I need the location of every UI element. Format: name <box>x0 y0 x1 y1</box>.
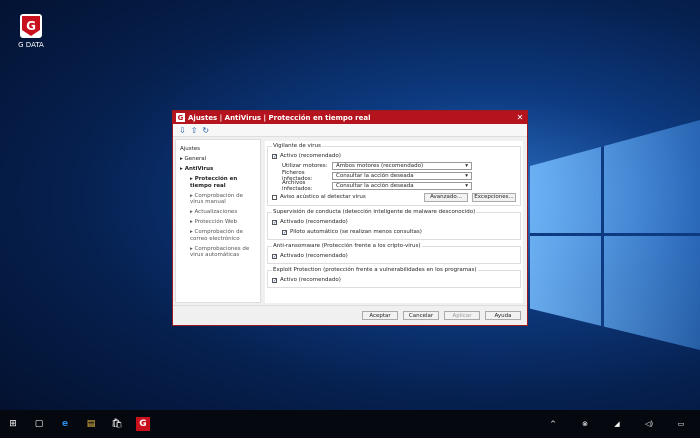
ransomware-checkbox[interactable]: ✓ Activado (recomendado) <box>272 251 516 261</box>
active-checkbox[interactable]: ✓ Activo (recomendado) <box>272 151 516 161</box>
nav-item-email[interactable]: ▸ Comprobación de correo electrónico <box>180 229 256 242</box>
wifi-icon[interactable]: ◢ <box>604 420 630 428</box>
exploit-checkbox[interactable]: ✓ Activo (recomendado) <box>272 275 516 285</box>
start-icon[interactable]: ⊞ <box>0 419 26 429</box>
infected-archives-select[interactable]: Consultar la acción deseada ▾ <box>332 182 472 190</box>
infected-files-select[interactable]: Consultar la acción deseada ▾ <box>332 172 472 180</box>
sound-checkbox[interactable] <box>272 194 277 200</box>
nav-item-web[interactable]: ▸ Protección Web <box>180 219 256 226</box>
system-tray: ^ ⊗ ◢ ◁) ▭ <box>540 420 700 428</box>
exceptions-button[interactable]: Excepciones... <box>472 192 516 202</box>
notifications-icon[interactable]: ▭ <box>668 420 694 428</box>
gdata-logo-icon: G <box>20 14 42 38</box>
settings-nav: Ajustes ▸ General ▸ AntiVirus ▸ Protecci… <box>175 139 261 303</box>
dropdown-arrow-icon: ▾ <box>465 173 468 179</box>
apply-button[interactable]: Aplicar <box>444 311 480 320</box>
ransomware-group: Anti-ransomware (Protección frente a los… <box>267 243 521 264</box>
volume-icon[interactable]: ◁) <box>636 420 662 428</box>
chevron-up-icon[interactable]: ^ <box>540 420 566 428</box>
import-icon[interactable]: ⇩ <box>179 126 186 135</box>
close-button[interactable]: ✕ <box>513 113 527 122</box>
behavior-group: Supervisión de conducta (detección intel… <box>267 209 521 240</box>
advanced-button[interactable]: Avanzado... <box>424 192 468 202</box>
settings-panel: Vigilante de virus ✓ Activo (recomendado)… <box>265 141 523 303</box>
ok-button[interactable]: Aceptar <box>362 311 398 320</box>
dropdown-arrow-icon: ▾ <box>465 183 468 189</box>
gdata-taskbar-icon[interactable]: G <box>136 417 150 431</box>
reset-icon[interactable]: ↻ <box>202 126 209 135</box>
desktop-icon-gdata[interactable]: GG DATA <box>14 14 48 49</box>
nav-header: Ajustes <box>180 146 201 152</box>
store-icon[interactable]: 🛍 <box>104 419 130 429</box>
nav-item-realtime[interactable]: ▸ Protección en tiempo real <box>180 176 256 189</box>
nav-item-auto-scan[interactable]: ▸ Comprobaciones de virus automáticas <box>180 246 256 259</box>
title-bar: G Ajustes | AntiVirus | Protección en tie… <box>173 111 527 124</box>
nav-item-updates[interactable]: ▸ Actualizaciones <box>180 209 256 216</box>
nav-item-general[interactable]: ▸ General <box>180 156 256 163</box>
nav-item-antivirus[interactable]: ▸ AntiVirus <box>180 166 256 173</box>
network-disconnected-icon[interactable]: ⊗ <box>572 420 598 428</box>
button-bar: Aceptar Cancelar Aplicar Ayuda <box>173 305 527 325</box>
edge-icon[interactable]: e <box>52 419 78 429</box>
windows-wallpaper-logo <box>530 120 700 350</box>
export-icon[interactable]: ⇧ <box>191 126 198 135</box>
task-view-icon[interactable]: ▢ <box>26 419 52 429</box>
help-button[interactable]: Ayuda <box>485 311 521 320</box>
file-explorer-icon[interactable]: ▤ <box>78 419 104 429</box>
cancel-button[interactable]: Cancelar <box>403 311 439 320</box>
taskbar: ⊞ ▢ e ▤ 🛍 G ^ ⊗ ◢ ◁) ▭ <box>0 410 700 438</box>
engines-select[interactable]: Ambos motores (recomendado) ▾ <box>332 162 472 170</box>
gdata-logo-icon: G <box>176 113 185 122</box>
virus-guard-group: Vigilante de virus ✓ Activo (recomendado)… <box>267 143 521 206</box>
dropdown-arrow-icon: ▾ <box>465 163 468 169</box>
dialog-title: Ajustes | AntiVirus | Protección en tiem… <box>188 113 371 122</box>
autopilot-checkbox[interactable]: ✓ Piloto automático (se realizan menos co… <box>272 227 516 237</box>
toolbar: ⇩ ⇧ ↻ <box>173 124 527 137</box>
behavior-enabled-checkbox[interactable]: ✓ Activado (recomendado) <box>272 217 516 227</box>
settings-dialog: G Ajustes | AntiVirus | Protección en tie… <box>172 110 528 326</box>
nav-item-manual-scan[interactable]: ▸ Comprobación de virus manual <box>180 193 256 206</box>
exploit-group: Exploit Protection (protección frente a … <box>267 267 521 288</box>
